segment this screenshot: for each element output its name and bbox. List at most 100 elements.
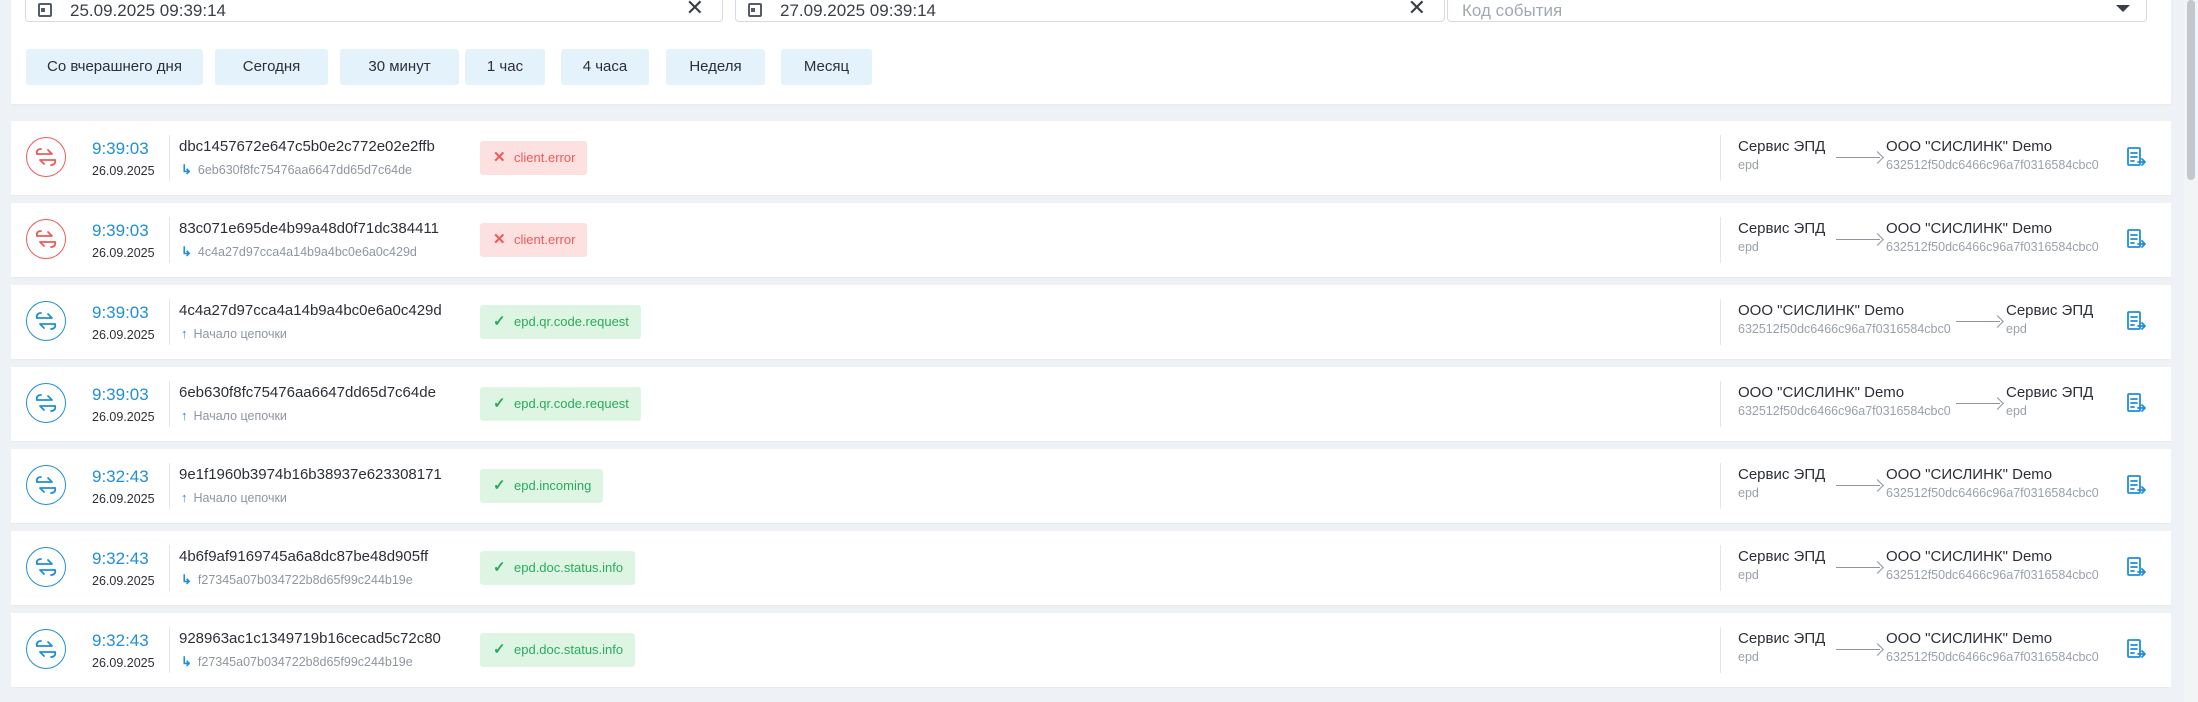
parent-message-id[interactable]: Начало цепочки bbox=[194, 327, 287, 341]
open-document-icon[interactable] bbox=[2126, 638, 2146, 660]
parent-message[interactable]: ↑ Начало цепочки bbox=[181, 490, 287, 505]
exchange-arrows-icon bbox=[26, 301, 66, 341]
open-document-icon[interactable] bbox=[2126, 474, 2146, 496]
calendar-icon[interactable] bbox=[748, 3, 762, 17]
divider bbox=[169, 381, 170, 427]
sender-id: epd bbox=[1738, 650, 1759, 664]
parent-message[interactable]: ↳ 6eb630f8fc75476aa6647dd65d7c64de bbox=[181, 162, 412, 178]
date-from-value[interactable]: 25.09.2025 09:39:14 bbox=[70, 1, 226, 21]
event-row[interactable]: 9:39:03 26.09.2025 dbc1457672e647c5b0e2c77… bbox=[11, 121, 2171, 195]
open-document-icon[interactable] bbox=[2126, 310, 2146, 332]
event-time: 9:39:03 bbox=[92, 139, 149, 158]
divider bbox=[1720, 299, 1721, 345]
date-to-value[interactable]: 27.09.2025 09:39:14 bbox=[780, 1, 936, 21]
open-document-icon[interactable] bbox=[2126, 146, 2146, 168]
message-id[interactable]: dbc1457672e647c5b0e2c772e02e2ffb bbox=[179, 138, 435, 155]
quick-range-today[interactable]: Сегодня bbox=[215, 49, 328, 85]
parent-message-id[interactable]: 4c4a27d97cca4a14b9a4bc0e6a0c429d bbox=[198, 245, 417, 259]
scrollbar[interactable] bbox=[2184, 0, 2198, 702]
receiver: ООО "СИСЛИНК" Demo 632512f50dc6466c96a7f0… bbox=[1886, 548, 2099, 582]
receiver-name: ООО "СИСЛИНК" Demo bbox=[1886, 220, 2053, 237]
sender-id: epd bbox=[1738, 240, 1759, 254]
open-document-icon[interactable] bbox=[2126, 392, 2146, 414]
message-id[interactable]: 4c4a27d97cca4a14b9a4bc0e6a0c429d bbox=[179, 302, 442, 319]
receiver-name: ООО "СИСЛИНК" Demo bbox=[1886, 630, 2053, 647]
receiver: Сервис ЭПД epd bbox=[2006, 384, 2093, 418]
quick-range-since-yesterday[interactable]: Со вчерашнего дня bbox=[26, 49, 203, 85]
event-date: 26.09.2025 bbox=[92, 246, 155, 260]
parent-message-id[interactable]: f27345a07b034722b8d65f99c244b19e bbox=[198, 655, 413, 669]
up-arrow-icon: ↑ bbox=[181, 490, 188, 505]
event-time: 9:32:43 bbox=[92, 631, 149, 650]
chevron-down-icon[interactable] bbox=[2116, 5, 2130, 12]
event-code-placeholder: Код события bbox=[1462, 1, 1563, 20]
message-id[interactable]: 9e1f1960b3974b16b38937e623308171 bbox=[179, 466, 442, 483]
event-code-select[interactable]: Код события bbox=[1447, 0, 2147, 22]
parent-message[interactable]: ↑ Начало цепочки bbox=[181, 408, 287, 423]
reply-arrow-icon: ↳ bbox=[181, 654, 192, 669]
parent-message[interactable]: ↳ 4c4a27d97cca4a14b9a4bc0e6a0c429d bbox=[181, 244, 417, 260]
parent-message-id[interactable]: 6eb630f8fc75476aa6647dd65d7c64de bbox=[198, 163, 412, 177]
event-row[interactable]: 9:32:43 26.09.2025 928963ac1c1349719b16cec… bbox=[11, 613, 2171, 687]
divider bbox=[1720, 545, 1721, 591]
sender-id: epd bbox=[1738, 568, 1759, 582]
cross-icon: ✕ bbox=[493, 231, 506, 248]
sender-name: ООО "СИСЛИНК" Demo bbox=[1738, 384, 1905, 401]
message-id[interactable]: 928963ac1c1349719b16cecad5c72c80 bbox=[179, 630, 441, 647]
event-code: epd.doc.status.info bbox=[514, 642, 624, 657]
parent-message-id[interactable]: Начало цепочки bbox=[194, 491, 287, 505]
calendar-icon[interactable] bbox=[38, 3, 52, 17]
quick-range-month[interactable]: Месяц bbox=[781, 49, 872, 85]
scrollbar-thumb[interactable] bbox=[2187, 0, 2195, 180]
event-date: 26.09.2025 bbox=[92, 410, 155, 424]
event-row[interactable]: 9:39:03 26.09.2025 83c071e695de4b99a48d0f7… bbox=[11, 203, 2171, 277]
clear-date-to-icon[interactable]: ✕ bbox=[1408, 0, 1426, 19]
quick-range-week[interactable]: Неделя bbox=[666, 49, 765, 85]
exchange-arrows-icon bbox=[26, 547, 66, 587]
check-icon: ✓ bbox=[493, 395, 506, 412]
flow-arrow-icon bbox=[1956, 315, 2004, 328]
event-row[interactable]: 9:32:43 26.09.2025 9e1f1960b3974b16b38937e… bbox=[11, 449, 2171, 523]
parent-message[interactable]: ↳ f27345a07b034722b8d65f99c244b19e bbox=[181, 654, 413, 670]
sender: Сервис ЭПД epd bbox=[1738, 466, 1825, 500]
date-to-field[interactable]: 27.09.2025 09:39:14 ✕ bbox=[735, 0, 1445, 22]
event-row[interactable]: 9:39:03 26.09.2025 6eb630f8fc75476aa6647dd… bbox=[11, 367, 2171, 441]
parent-message-id[interactable]: f27345a07b034722b8d65f99c244b19e bbox=[198, 573, 413, 587]
receiver-id: 632512f50dc6466c96a7f0316584cbc0 bbox=[1886, 486, 2099, 500]
parent-message[interactable]: ↑ Начало цепочки bbox=[181, 326, 287, 341]
event-code: epd.doc.status.info bbox=[514, 560, 624, 575]
quick-range-30-min[interactable]: 30 минут bbox=[340, 49, 459, 85]
message-id[interactable]: 6eb630f8fc75476aa6647dd65d7c64de bbox=[179, 384, 436, 401]
check-icon: ✓ bbox=[493, 559, 506, 576]
sender-id: epd bbox=[1738, 158, 1759, 172]
event-date: 26.09.2025 bbox=[92, 656, 155, 670]
open-document-icon[interactable] bbox=[2126, 556, 2146, 578]
flow-arrow-icon bbox=[1836, 561, 1884, 574]
sender: Сервис ЭПД epd bbox=[1738, 138, 1825, 172]
open-document-icon[interactable] bbox=[2126, 228, 2146, 250]
event-code-badge: ✓ epd.qr.code.request bbox=[480, 387, 641, 421]
event-row[interactable]: 9:39:03 26.09.2025 4c4a27d97cca4a14b9a4bc0… bbox=[11, 285, 2171, 359]
sender: ООО "СИСЛИНК" Demo 632512f50dc6466c96a7f0… bbox=[1738, 384, 1951, 418]
event-time: 9:39:03 bbox=[92, 221, 149, 240]
clear-date-from-icon[interactable]: ✕ bbox=[686, 0, 704, 19]
parent-message[interactable]: ↳ f27345a07b034722b8d65f99c244b19e bbox=[181, 572, 413, 588]
message-id[interactable]: 83c071e695de4b99a48d0f71dc384411 bbox=[179, 220, 439, 237]
receiver-id: epd bbox=[2006, 322, 2027, 336]
date-from-field[interactable]: 25.09.2025 09:39:14 ✕ bbox=[25, 0, 723, 22]
exchange-arrows-icon bbox=[26, 219, 66, 259]
sender-name: Сервис ЭПД bbox=[1738, 466, 1826, 483]
filter-panel: 25.09.2025 09:39:14 ✕ 27.09.2025 09:39:1… bbox=[11, 0, 2171, 104]
event-time: 9:32:43 bbox=[92, 549, 149, 568]
message-id[interactable]: 4b6f9af9169745a6a8dc87be48d905ff bbox=[179, 548, 428, 565]
receiver-id: 632512f50dc6466c96a7f0316584cbc0 bbox=[1886, 240, 2099, 254]
exchange-arrows-icon bbox=[26, 137, 66, 177]
event-row[interactable]: 9:32:43 26.09.2025 4b6f9af9169745a6a8dc87b… bbox=[11, 531, 2171, 605]
receiver-id: 632512f50dc6466c96a7f0316584cbc0 bbox=[1886, 568, 2099, 582]
flow-arrow-icon bbox=[1836, 151, 1884, 164]
parent-message-id[interactable]: Начало цепочки bbox=[194, 409, 287, 423]
receiver: ООО "СИСЛИНК" Demo 632512f50dc6466c96a7f0… bbox=[1886, 466, 2099, 500]
quick-range-1-hour[interactable]: 1 час bbox=[465, 49, 545, 85]
up-arrow-icon: ↑ bbox=[181, 326, 188, 341]
quick-range-4-hours[interactable]: 4 часа bbox=[561, 49, 649, 85]
